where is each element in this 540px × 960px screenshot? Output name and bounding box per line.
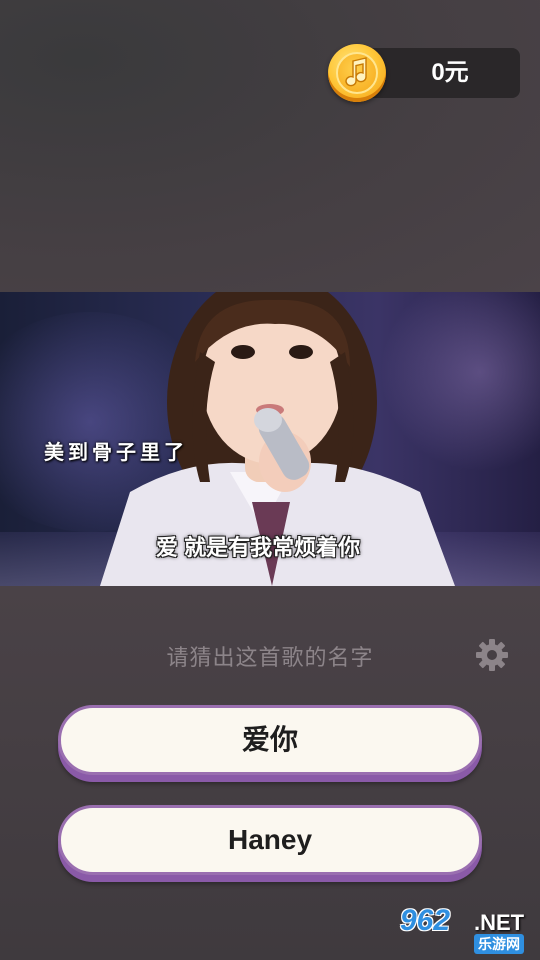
side-lyric-text: 美到骨子里了: [44, 442, 188, 464]
question-text: 请猜出这首歌的名字: [166, 645, 374, 670]
watermark-logo: 962: [400, 904, 451, 937]
balance-amount: 0元: [431, 59, 469, 86]
site-watermark: 962 .NET 乐游网: [400, 904, 540, 960]
watermark-site-name: 乐游网: [474, 934, 524, 954]
answer-option-1-button[interactable]: 爱你: [58, 705, 482, 775]
music-note-coin-icon: [328, 44, 386, 102]
answer-option-2-button[interactable]: Haney: [58, 805, 482, 875]
main-lyric-subtitle: 爱 就是有我常烦着你: [156, 535, 361, 560]
gear-icon[interactable]: [474, 637, 510, 673]
top-background: [0, 0, 540, 292]
watermark-net: .NET: [474, 910, 525, 935]
